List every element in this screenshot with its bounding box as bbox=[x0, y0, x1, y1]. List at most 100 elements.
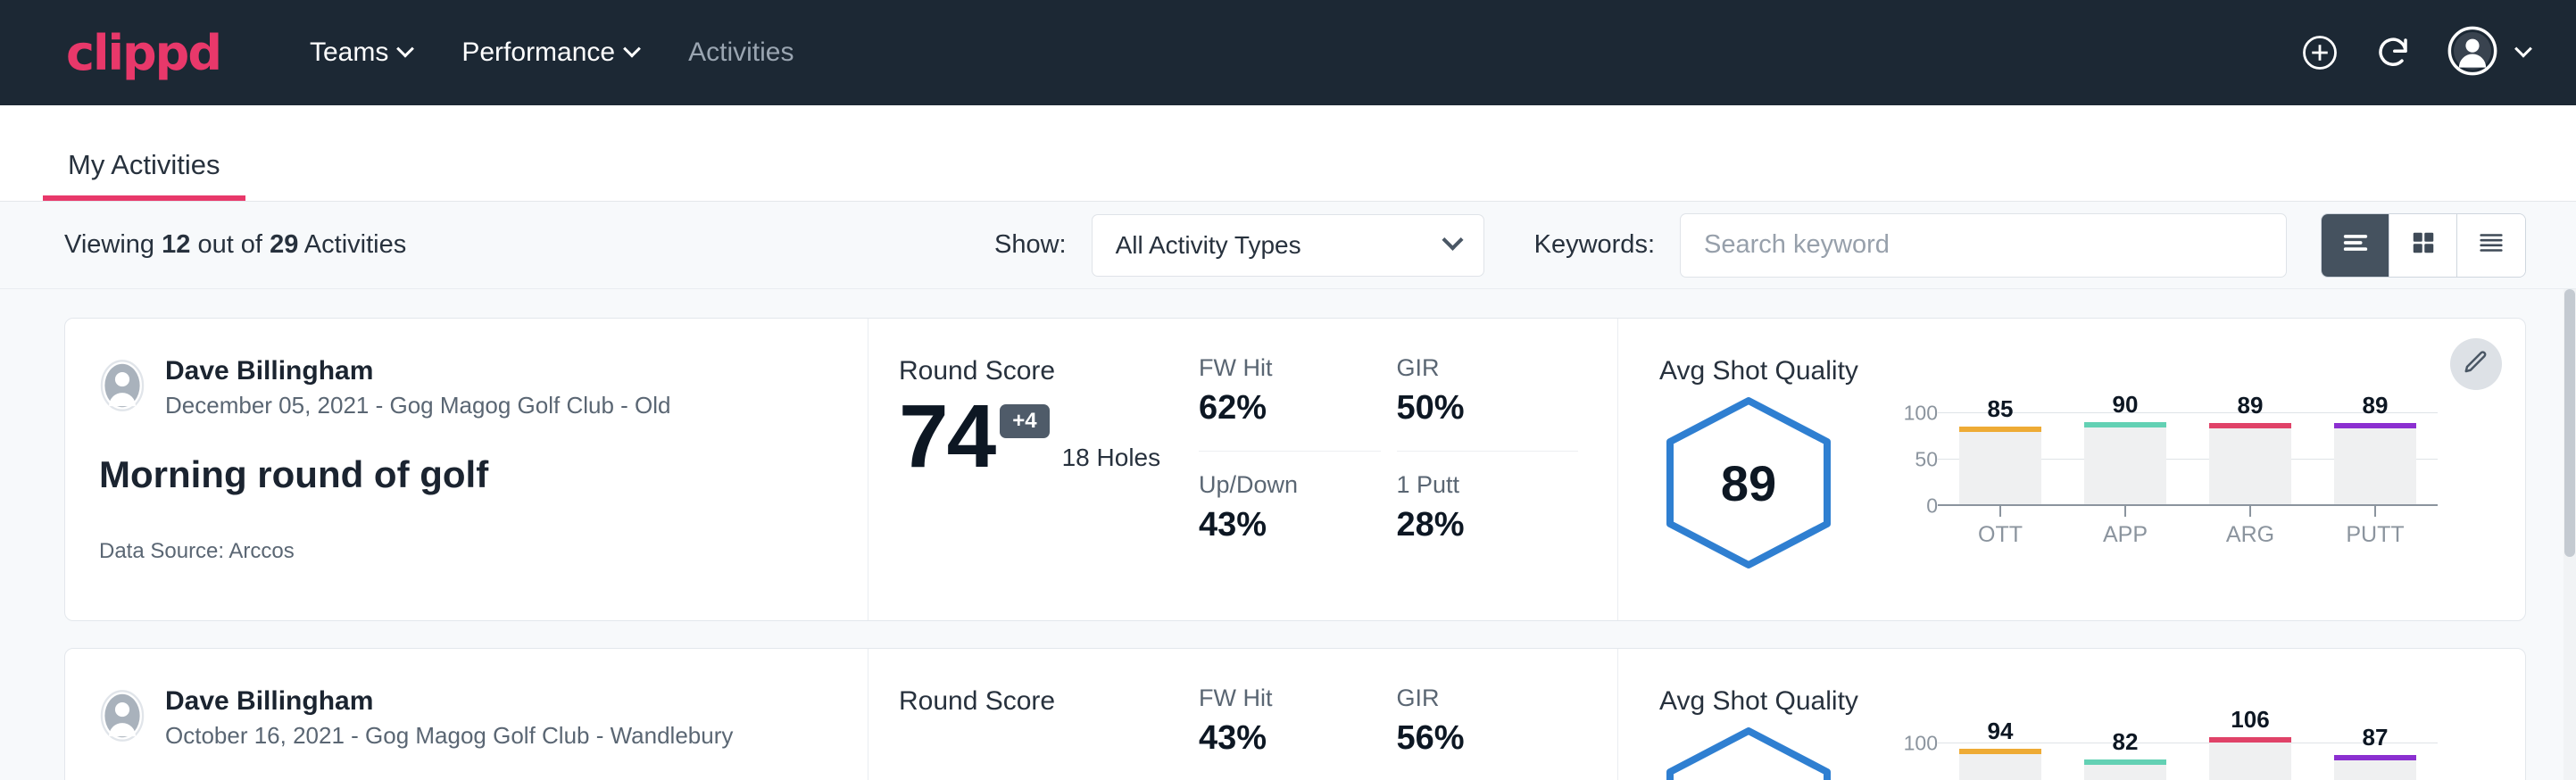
activity-type-select[interactable]: All Activity Types bbox=[1092, 214, 1484, 277]
grid-view-icon bbox=[2410, 229, 2437, 261]
chart-x-tick-mark bbox=[2249, 504, 2251, 517]
y-tick-label: 0 bbox=[1926, 494, 1938, 519]
list-view-icon bbox=[2340, 228, 2371, 262]
chart-bar-cell: 90 bbox=[2063, 399, 2188, 504]
chart-bar-cell: 85 bbox=[1938, 399, 2063, 504]
chart-bar-cell: 89 bbox=[2313, 399, 2438, 504]
nav-item-teams-label: Teams bbox=[310, 37, 388, 68]
chart-bars: 85908989 bbox=[1938, 399, 2438, 504]
chart-bar-cap bbox=[2209, 423, 2291, 428]
chart-bar-cap bbox=[2084, 759, 2166, 765]
activity-title: Morning round of golf bbox=[99, 453, 832, 496]
nav-item-teams[interactable]: Teams bbox=[310, 37, 411, 68]
top-navbar: clippd Teams Performance Activities bbox=[0, 0, 2576, 105]
pencil-icon bbox=[2463, 349, 2489, 380]
nav-item-activities[interactable]: Activities bbox=[688, 37, 794, 68]
scrollbar-thumb[interactable] bbox=[2564, 289, 2575, 557]
chart-plot-area: 85908989OTTAPPARGPUTT bbox=[1938, 399, 2438, 506]
page-scrollbar[interactable] bbox=[2564, 289, 2576, 780]
chart-bar bbox=[2084, 759, 2166, 780]
chart-bars: 948210687 bbox=[1938, 729, 2438, 780]
chart-x-tick-mark bbox=[1999, 504, 2001, 517]
round-score-row: 74 +4 18 Holes bbox=[899, 392, 1190, 481]
chart-x-tick-cell: OTT bbox=[1938, 504, 2063, 548]
chart-bar-value-label: 90 bbox=[2113, 391, 2139, 419]
stat-label: FW Hit bbox=[1199, 685, 1381, 712]
viewing-summary: Viewing 12 out of 29 Activities bbox=[64, 230, 406, 260]
stat-fw-hit: FW Hit 62% bbox=[1199, 354, 1381, 442]
avg-shot-quality-column: Avg Shot Quality 050100948210687OTTAPPAR… bbox=[1618, 649, 2525, 780]
chart-bar bbox=[2084, 422, 2166, 504]
filter-bar: Viewing 12 out of 29 Activities Show: Al… bbox=[0, 202, 2576, 289]
chart-bar bbox=[2334, 755, 2416, 780]
activity-type-select-value: All Activity Types bbox=[1116, 231, 1301, 260]
chart-bar-cell: 87 bbox=[2313, 729, 2438, 780]
chart-x-tick-label: APP bbox=[2103, 522, 2148, 548]
chart-bar-cell: 106 bbox=[2188, 729, 2313, 780]
chevron-down-icon bbox=[396, 40, 414, 58]
view-mode-grid-button[interactable] bbox=[2389, 214, 2457, 277]
chart-x-tick-label: OTT bbox=[1978, 522, 2023, 548]
chart-x-tick-cell: ARG bbox=[2188, 504, 2313, 548]
search-input-wrapper[interactable] bbox=[1680, 213, 2287, 278]
y-tick-label: 100 bbox=[1904, 731, 1938, 755]
chart-x-tick-label: PUTT bbox=[2346, 522, 2404, 548]
chart-bar-value-label: 89 bbox=[2363, 392, 2389, 419]
view-mode-list-button[interactable] bbox=[2322, 214, 2389, 277]
activity-author: Dave Billingham December 05, 2021 - Gog … bbox=[99, 356, 832, 419]
shot-quality-value bbox=[1659, 726, 1838, 780]
chart-bar bbox=[1959, 749, 2041, 780]
primary-nav: Teams Performance Activities bbox=[310, 37, 794, 68]
chart-bar-cap bbox=[1959, 749, 2041, 754]
stat-value: 50% bbox=[1397, 389, 1579, 427]
refresh-icon[interactable] bbox=[2374, 34, 2412, 71]
chart-y-axis: 050100 bbox=[1888, 729, 1938, 780]
avg-shot-quality-column: Avg Shot Quality 89 05010085908989OTTAPP… bbox=[1618, 319, 2525, 620]
edit-activity-button[interactable] bbox=[2450, 338, 2502, 390]
viewing-suffix: Activities bbox=[304, 230, 406, 259]
stat-value: 62% bbox=[1199, 389, 1381, 427]
chart-x-tick-mark bbox=[2124, 504, 2126, 517]
plus-circle-icon[interactable] bbox=[2301, 34, 2339, 71]
activity-date-course: December 05, 2021 - Gog Magog Golf Club … bbox=[165, 392, 671, 419]
activity-card[interactable]: Dave Billingham December 05, 2021 - Gog … bbox=[64, 318, 2526, 621]
activity-card[interactable]: Dave Billingham October 16, 2021 - Gog M… bbox=[64, 648, 2526, 780]
stat-label: 1 Putt bbox=[1397, 471, 1579, 499]
chart-x-tick-cell: APP bbox=[2063, 504, 2188, 548]
chart-plot-area: 948210687OTTAPPARGPUTT bbox=[1938, 729, 2438, 780]
chart-bar-value-label: 82 bbox=[2113, 728, 2139, 756]
chart-x-axis: OTT APP ARG PUTT bbox=[1938, 504, 2438, 548]
activity-date-course: October 16, 2021 - Gog Magog Golf Club -… bbox=[165, 722, 733, 750]
chart-bar-value-label: 87 bbox=[2363, 724, 2389, 751]
activity-info-column: Dave Billingham December 05, 2021 - Gog … bbox=[65, 319, 868, 620]
stat-gir: GIR 50% bbox=[1397, 354, 1579, 442]
search-input[interactable] bbox=[1704, 230, 2263, 260]
chart-bar bbox=[1959, 427, 2041, 504]
viewing-total: 29 bbox=[270, 230, 298, 259]
round-score-label: Round Score bbox=[899, 686, 1190, 717]
chart-x-tick-cell: PUTT bbox=[2313, 504, 2438, 548]
avg-shot-quality-label: Avg Shot Quality bbox=[1659, 686, 2525, 717]
avg-shot-quality-label: Avg Shot Quality bbox=[1659, 356, 2525, 386]
tab-bar: My Activities bbox=[0, 105, 2576, 202]
viewing-prefix: Viewing bbox=[64, 230, 154, 259]
activity-author-text: Dave Billingham December 05, 2021 - Gog … bbox=[165, 356, 671, 419]
activity-author-name: Dave Billingham bbox=[165, 686, 733, 717]
round-holes: 18 Holes bbox=[1062, 444, 1161, 472]
view-mode-compact-button[interactable] bbox=[2457, 214, 2525, 277]
stat-label: Up/Down bbox=[1199, 471, 1381, 499]
chart-x-tick-mark bbox=[2374, 504, 2376, 517]
stat-value: 28% bbox=[1397, 506, 1579, 544]
clippd-logo[interactable]: clippd bbox=[66, 25, 220, 81]
navbar-actions bbox=[2301, 26, 2530, 80]
chart-bar bbox=[2334, 423, 2416, 504]
nav-item-performance[interactable]: Performance bbox=[461, 37, 638, 68]
activities-list: Dave Billingham December 05, 2021 - Gog … bbox=[0, 289, 2576, 780]
tab-my-activities[interactable]: My Activities bbox=[43, 149, 245, 201]
avg-shot-quality-body: 050100948210687OTTAPPARGPUTT bbox=[1659, 720, 2525, 780]
round-score-value: 74 bbox=[899, 392, 994, 481]
shot-quality-hexagon: 89 bbox=[1659, 395, 1838, 570]
stat-one-putt: 1 Putt 28% bbox=[1397, 451, 1579, 559]
user-avatar-icon bbox=[2447, 26, 2497, 80]
account-menu[interactable] bbox=[2447, 26, 2530, 80]
